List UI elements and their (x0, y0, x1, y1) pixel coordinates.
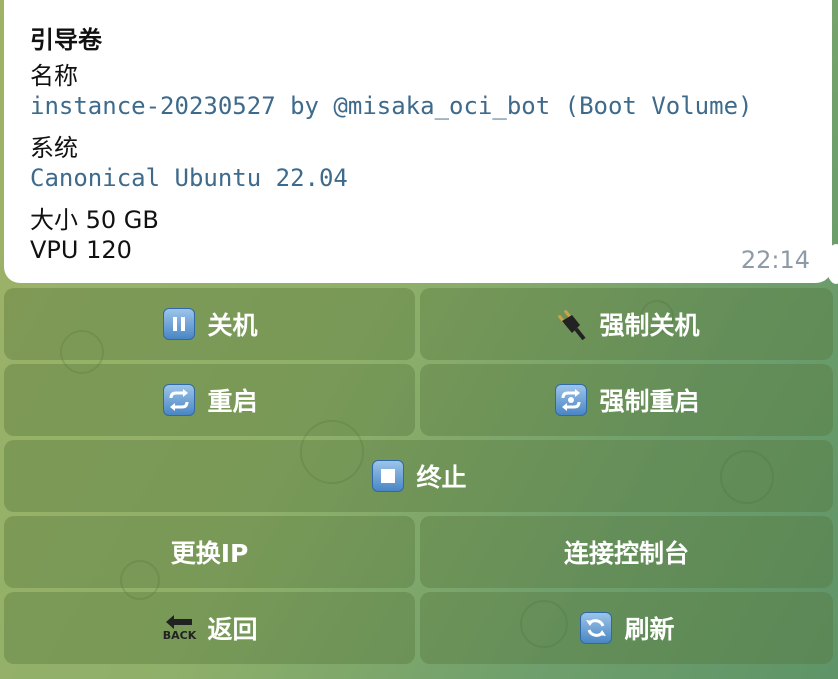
terminate-label: 终止 (416, 463, 467, 492)
connect-console-label: 连接控制台 (563, 539, 689, 568)
stop-button-icon (370, 458, 406, 494)
os-label: 系统 (30, 134, 78, 162)
name-label: 名称 (30, 62, 78, 90)
terminate-button[interactable]: 终止 (4, 440, 833, 512)
shutdown-button[interactable]: 关机 (4, 288, 415, 360)
shutdown-label: 关机 (207, 311, 258, 340)
force-shutdown-button[interactable]: 强制关机 (420, 288, 833, 360)
back-arrow-icon: BACK (161, 610, 197, 646)
name-value-code[interactable]: instance-20230527 by @misaka_oci_bot (Bo… (30, 92, 752, 120)
message-timestamp: 22:14 (740, 246, 810, 274)
os-value-code[interactable]: Canonical Ubuntu 22.04 (30, 164, 348, 192)
connect-console-button[interactable]: 连接控制台 (420, 516, 833, 588)
refresh-button[interactable]: 刷新 (420, 592, 833, 664)
electric-plug-icon (553, 306, 589, 342)
force-reboot-button[interactable]: 强制重启 (420, 364, 833, 436)
pause-button-icon (161, 306, 197, 342)
change-ip-label: 更换IP (170, 539, 249, 568)
back-icon-text: BACK (162, 629, 197, 642)
change-ip-button[interactable]: 更换IP (4, 516, 415, 588)
reboot-button[interactable]: 重启 (4, 364, 415, 436)
reboot-label: 重启 (207, 387, 258, 416)
repeat-button-icon (161, 382, 197, 418)
counterclockwise-arrows-button-icon (578, 610, 614, 646)
size-text: 大小 50 GB (30, 206, 159, 234)
back-label: 返回 (207, 615, 258, 644)
force-reboot-label: 强制重启 (599, 387, 700, 416)
message-title: 引导卷 (30, 26, 102, 54)
repeat-single-button-icon (553, 382, 589, 418)
force-shutdown-label: 强制关机 (599, 311, 700, 340)
refresh-label: 刷新 (624, 615, 675, 644)
message-bubble: 引导卷 名称 instance-20230527 by @misaka_oci_… (4, 0, 832, 283)
vpu-text: VPU 120 (30, 236, 132, 264)
back-button[interactable]: BACK 返回 (4, 592, 415, 664)
